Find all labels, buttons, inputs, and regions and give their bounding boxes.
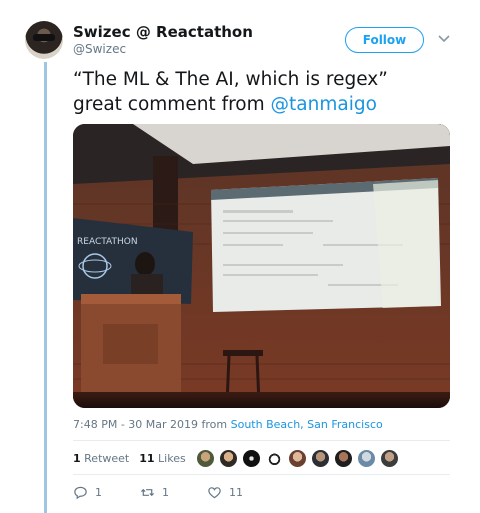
retweet-button[interactable]: 1: [140, 485, 169, 500]
liker-avatar[interactable]: [334, 449, 353, 468]
retweets-stat[interactable]: 1 Retweet: [73, 452, 129, 465]
tweet-timestamp: 7:48 PM - 30 Mar 2019 from South Beach, …: [73, 418, 383, 431]
tweet-text-line1: “The ML & The AI, which is regex”: [73, 69, 388, 90]
likers-avatars: [196, 449, 399, 468]
retweets-count: 1: [73, 452, 81, 465]
display-name[interactable]: Swizec @ Reactathon: [73, 23, 253, 41]
liker-avatar[interactable]: [380, 449, 399, 468]
liker-avatar[interactable]: [311, 449, 330, 468]
user-handle[interactable]: @Swizec: [73, 42, 126, 56]
heart-icon: [208, 487, 221, 499]
banner-text: REACTATHON: [77, 237, 138, 247]
liker-avatar[interactable]: [265, 449, 284, 468]
location-link[interactable]: South Beach, San Francisco: [231, 418, 383, 431]
retweets-label: Retweet: [84, 452, 130, 465]
reply-button[interactable]: 1: [73, 485, 102, 500]
likes-count: 11: [139, 452, 155, 465]
avatar-glasses: [33, 34, 55, 41]
tweet-actions: 1 1 11: [73, 485, 281, 500]
tweet-text-line2: great comment from @tanmaigo: [73, 92, 463, 117]
divider-top: [73, 440, 450, 441]
liker-avatar[interactable]: [288, 449, 307, 468]
photo-scene: REACTATHON: [73, 124, 450, 408]
likes-label: Likes: [158, 452, 186, 465]
reply-icon: [74, 486, 87, 500]
retweet-icon: [140, 488, 155, 497]
like-button[interactable]: 11: [207, 485, 243, 500]
tweet-photo[interactable]: REACTATHON: [73, 124, 450, 408]
liker-avatar[interactable]: [196, 449, 215, 468]
follow-button[interactable]: Follow: [345, 27, 424, 53]
liker-avatar[interactable]: [219, 449, 238, 468]
thread-line: [44, 62, 47, 513]
divider-bottom: [73, 474, 450, 475]
retweet-count: 1: [162, 486, 169, 499]
avatar[interactable]: [25, 21, 63, 59]
like-count: 11: [229, 486, 243, 499]
liker-avatar[interactable]: [357, 449, 376, 468]
likes-stat[interactable]: 11 Likes: [139, 452, 185, 465]
liker-avatar[interactable]: [242, 449, 261, 468]
tweet-text: “The ML & The AI, which is regex” great …: [73, 67, 463, 117]
mention-link[interactable]: @tanmaigo: [271, 94, 377, 115]
tweet-text-prefix: great comment from: [73, 94, 271, 115]
reply-count: 1: [95, 486, 102, 499]
tweet-stats: 1 Retweet 11 Likes: [73, 452, 186, 465]
chevron-down-icon[interactable]: [438, 35, 450, 43]
tweet-time[interactable]: 7:48 PM - 30 Mar 2019 from: [73, 418, 231, 431]
